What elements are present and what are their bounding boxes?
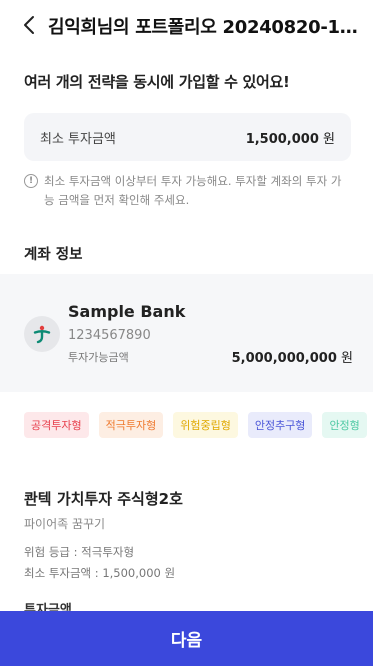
headline: 여러 개의 전략을 동시에 가입할 수 있어요! [24, 73, 290, 91]
next-button[interactable]: 다음 [0, 611, 373, 666]
fund-min-amount: 최소 투자금액 : 1,500,000 원 [24, 566, 176, 580]
bank-name: Sample Bank [68, 302, 186, 321]
bank-logo-icon [33, 325, 51, 344]
risk-tags: 공격투자형 적극투자형 위험중립형 안정추구형 안정형 [24, 412, 373, 440]
available-amount-value: 5,000,000,000 [231, 351, 337, 366]
notice: ! 최소 투자금액 이상부터 투자 가능해요. 투자할 계좌의 투자 가능 금액… [24, 172, 354, 210]
account-number: 1234567890 [68, 328, 151, 343]
account-section-title: 계좌 정보 [24, 247, 83, 263]
available-amount-value-wrap: 5,000,000,000 원 [232, 347, 353, 366]
available-amount-unit: 원 [341, 351, 353, 366]
risk-tag-aggressive[interactable]: 공격투자형 [24, 412, 89, 438]
min-investment-value: 1,500,000 [245, 131, 319, 147]
risk-tag-stability-seeking[interactable]: 안정추구형 [247, 412, 313, 438]
min-investment-label: 최소 투자금액 [40, 131, 116, 147]
fund-company: 파이어족 꿈꾸기 [24, 517, 106, 531]
fund-risk-grade: 위험 등급 : 적극투자형 [24, 545, 135, 559]
min-investment-box: 최소 투자금액 1,500,000 원 [24, 113, 351, 161]
fund-name: 콴텍 가치투자 주식형2호 [24, 490, 183, 508]
header: 김익희님의 포트폴리오 20240820-13... [0, 0, 373, 52]
risk-tag-stable[interactable]: 안정형 [322, 412, 367, 438]
bank-logo [24, 316, 60, 352]
available-amount-label: 투자가능금액 [68, 351, 129, 364]
risk-tag-active[interactable]: 적극투자형 [98, 412, 164, 438]
min-investment-unit: 원 [323, 131, 335, 147]
page-title: 김익희님의 포트폴리오 20240820-13... [48, 17, 368, 38]
min-investment-value-wrap: 1,500,000 원 [246, 128, 335, 147]
account-card[interactable]: Sample Bank 1234567890 투자가능금액 5,000,000,… [0, 274, 373, 392]
back-button[interactable] [18, 12, 40, 38]
notice-text: 최소 투자금액 이상부터 투자 가능해요. 투자할 계좌의 투자 가능 금액을 … [44, 174, 342, 207]
info-icon: ! [24, 174, 38, 188]
chevron-left-icon [24, 16, 34, 34]
risk-tag-neutral[interactable]: 위험중립형 [173, 412, 238, 438]
